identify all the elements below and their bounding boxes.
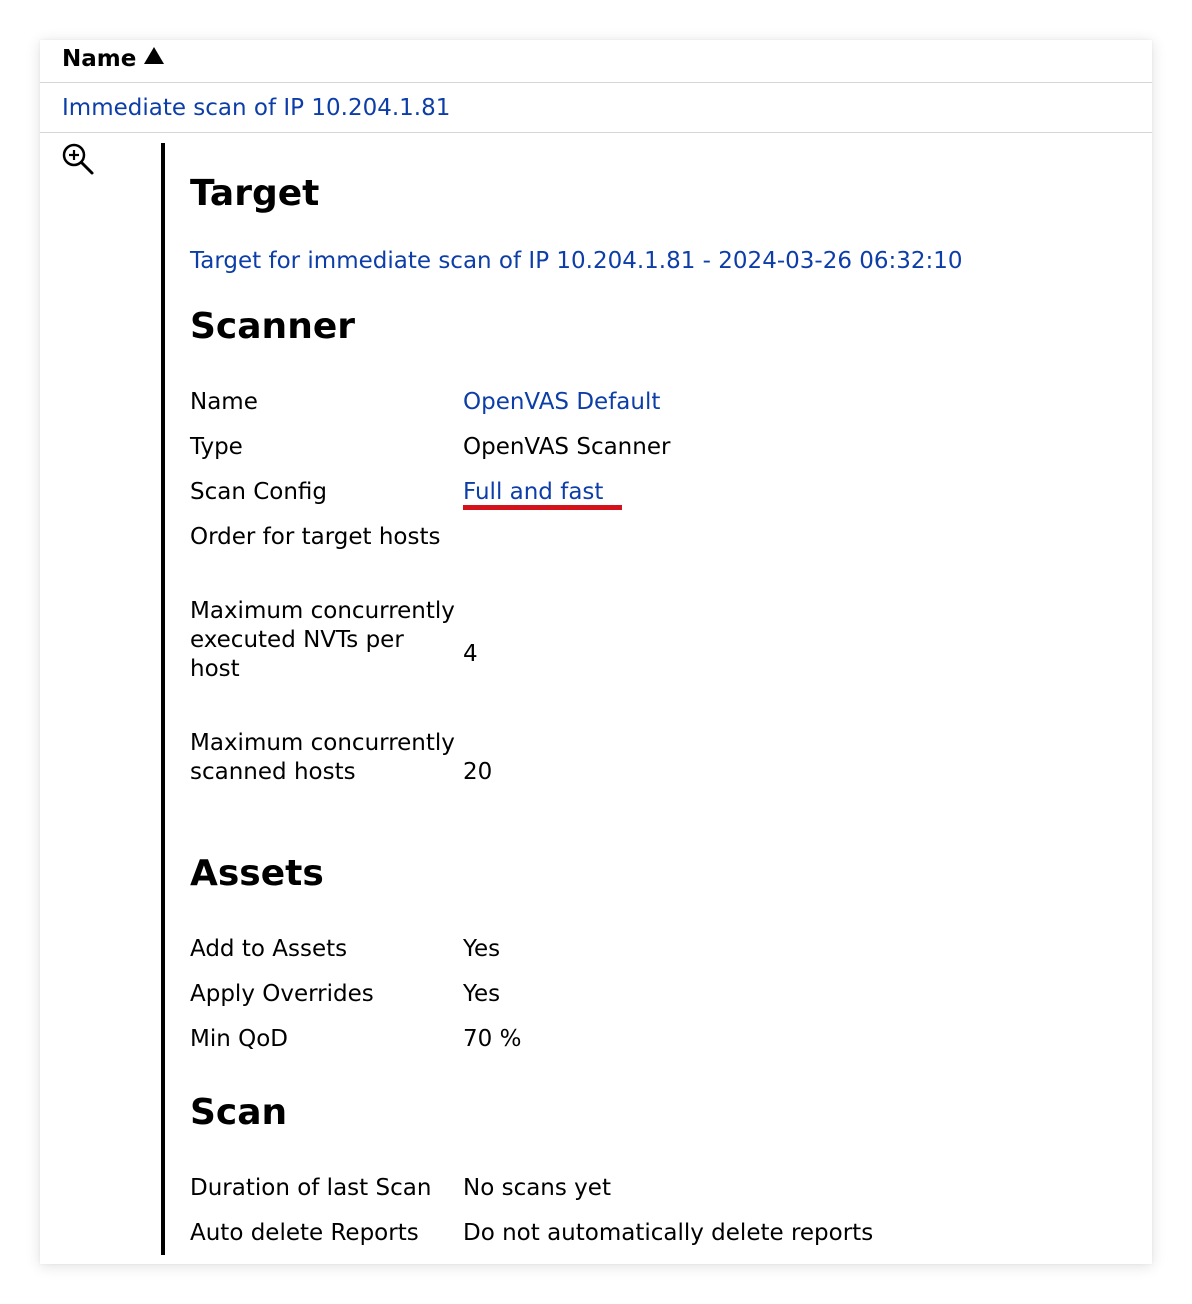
scanner-type-label: Type [190, 434, 243, 460]
scanner-type-value: OpenVAS Scanner [463, 434, 671, 460]
target-link[interactable]: Target for immediate scan of IP 10.204.1… [190, 246, 963, 276]
name-column-label: Name [62, 46, 137, 72]
table-header-row: Name [40, 40, 1152, 83]
max-hosts-value: 20 [463, 759, 493, 785]
target-heading: Target [190, 173, 320, 214]
max-nvts-label: Maximum concurrently executed NVTs per h… [190, 598, 455, 682]
last-scan-duration-label: Duration of last Scan [190, 1175, 432, 1201]
scanner-name-link[interactable]: OpenVAS Default [463, 388, 660, 417]
scan-heading: Scan [190, 1092, 288, 1133]
task-name-link[interactable]: Immediate scan of IP 10.204.1.81 [62, 93, 450, 123]
add-assets-value: Yes [463, 936, 501, 962]
order-hosts-label: Order for target hosts [190, 524, 441, 550]
auto-delete-label: Auto delete Reports [190, 1220, 419, 1246]
assets-heading: Assets [190, 853, 324, 894]
annotation-underline [463, 505, 622, 510]
max-hosts-label: Maximum concurrently scanned hosts [190, 730, 455, 785]
apply-overrides-value: Yes [463, 981, 501, 1007]
last-scan-duration-value: No scans yet [463, 1175, 611, 1201]
scan-config-label: Scan Config [190, 479, 328, 505]
max-nvts-value: 4 [463, 641, 478, 667]
auto-delete-value: Do not automatically delete reports [463, 1220, 874, 1246]
zoom-in-icon[interactable] [60, 142, 96, 178]
task-details-card: Name Immediate scan of IP 10.204.1.81 Ta… [40, 40, 1152, 1264]
scan-config-link[interactable]: Full and fast [463, 478, 603, 507]
table-row: Immediate scan of IP 10.204.1.81 [40, 83, 1152, 133]
sort-ascending-icon[interactable] [144, 47, 165, 64]
add-assets-label: Add to Assets [190, 936, 348, 962]
scanner-name-label: Name [190, 389, 258, 415]
min-qod-label: Min QoD [190, 1026, 289, 1052]
scanner-heading: Scanner [190, 306, 355, 347]
name-column-header[interactable]: Name [62, 44, 165, 74]
apply-overrides-label: Apply Overrides [190, 981, 374, 1007]
details-divider [161, 143, 165, 1255]
min-qod-value: 70 % [463, 1026, 522, 1052]
